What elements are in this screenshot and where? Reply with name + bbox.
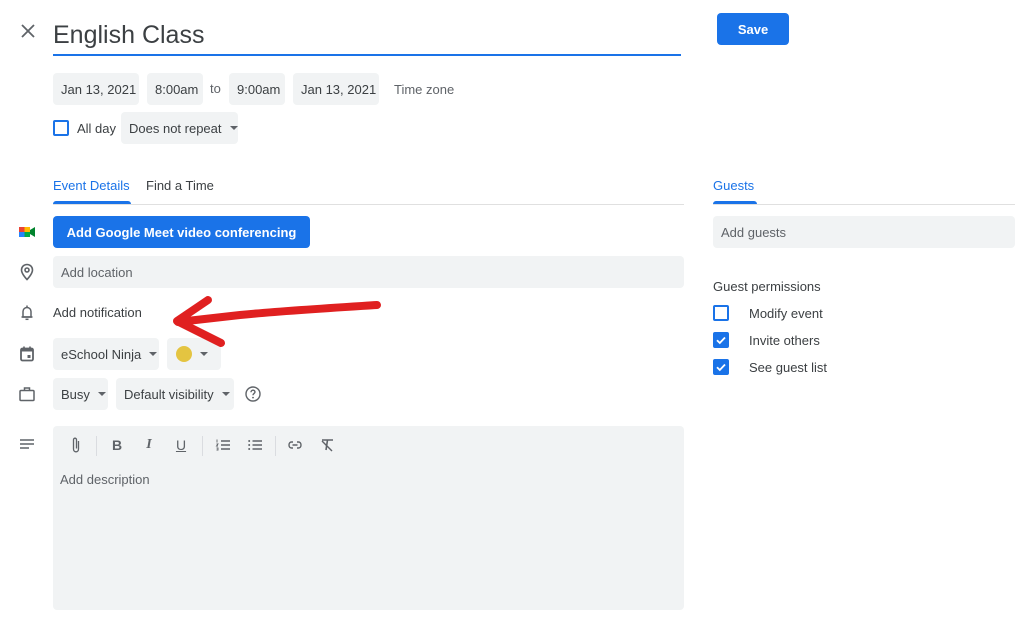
underline-icon: U [175,437,187,453]
chevron-down-icon [229,126,238,130]
numbered-list-icon [215,439,230,451]
location-input[interactable] [53,256,684,288]
permission-checkbox[interactable] [713,359,729,375]
event-color-dropdown[interactable] [167,338,221,370]
event-title-field[interactable] [53,14,681,56]
end-time-picker[interactable]: 9:00am [229,73,285,105]
tab-find-a-time[interactable]: Find a Time [146,178,214,193]
start-date-picker[interactable]: Jan 13, 2021 [53,73,139,105]
help-circle-icon [245,386,261,402]
underline-button[interactable]: U [172,436,190,454]
close-button[interactable] [17,20,39,42]
numbered-list-button[interactable] [214,436,232,454]
google-meet-icon [17,222,37,242]
bold-icon: B [111,437,123,453]
calendar-dropdown[interactable]: eSchool Ninja [53,338,159,370]
tabs-divider [53,204,684,205]
permission-checkbox[interactable] [713,305,729,321]
close-icon [21,24,35,38]
location-pin-icon [17,262,37,282]
chevron-down-icon [200,352,208,356]
attachment-button[interactable] [67,436,85,454]
location-field[interactable] [53,256,684,288]
attachment-icon [72,437,80,453]
toolbar-separator [96,436,97,456]
all-day-checkbox[interactable] [53,120,69,136]
link-icon [288,441,302,449]
permission-label: Invite others [749,333,820,348]
add-guests-input[interactable] [713,216,1015,248]
to-label: to [210,81,221,96]
bell-icon [17,303,37,323]
event-color-swatch [176,346,192,362]
tab-event-details[interactable]: Event Details [53,178,130,193]
time-zone-link[interactable]: Time zone [394,82,454,97]
tab-guests[interactable]: Guests [713,178,754,193]
bulleted-list-icon [248,440,262,450]
availability-dropdown[interactable]: Busy [53,378,108,410]
start-date-value: Jan 13, 2021 [61,81,137,97]
permission-label: Modify event [749,306,823,321]
calendar-icon [17,344,37,364]
visibility-dropdown[interactable]: Default visibility [116,378,234,410]
permission-checkbox[interactable] [713,332,729,348]
add-guests-field[interactable] [713,216,1015,248]
end-time-value: 9:00am [237,81,281,97]
chevron-down-icon [221,392,230,396]
bulleted-list-button[interactable] [246,436,264,454]
toolbar-separator [275,436,276,456]
tab-label: Event Details [53,178,130,193]
notes-icon [17,434,37,454]
repeat-dropdown[interactable]: Does not repeat [121,112,238,144]
permission-label: See guest list [749,360,828,375]
chevron-down-icon [149,352,158,356]
arrow-head [173,296,225,347]
start-time-value: 8:00am [155,81,199,97]
calendar-value: eSchool Ninja [61,346,142,362]
add-google-meet-button[interactable]: Add Google Meet video conferencing [53,216,310,248]
end-date-value: Jan 13, 2021 [301,81,377,97]
start-time-picker[interactable]: 8:00am [147,73,203,105]
toolbar-separator [202,436,203,456]
italic-icon: I [146,437,152,452]
bold-button[interactable]: B [108,436,126,454]
arrow-shaft [174,301,381,326]
remove-formatting-icon [321,439,333,452]
tab-label: Find a Time [146,178,214,193]
repeat-value: Does not repeat [129,120,222,136]
end-date-picker[interactable]: Jan 13, 2021 [293,73,379,105]
remove-formatting-button[interactable] [318,436,336,454]
add-notification-link[interactable]: Add notification [53,305,142,320]
link-button[interactable] [286,436,304,454]
description-placeholder: Add description [60,472,150,487]
all-day-label: All day [77,121,117,136]
availability-value: Busy [61,386,90,402]
briefcase-icon [17,384,37,404]
italic-button[interactable]: I [140,436,158,454]
save-button[interactable]: Save [717,13,789,45]
tab-label: Guests [713,178,755,193]
guests-tab-divider [713,204,1015,205]
visibility-value: Default visibility [124,386,214,402]
help-button[interactable] [244,385,262,403]
checkmark-icon [716,363,726,372]
guest-permissions-title: Guest permissions [713,279,821,294]
checkmark-icon [716,336,726,345]
event-title-input[interactable] [53,14,681,52]
chevron-down-icon [97,392,106,396]
